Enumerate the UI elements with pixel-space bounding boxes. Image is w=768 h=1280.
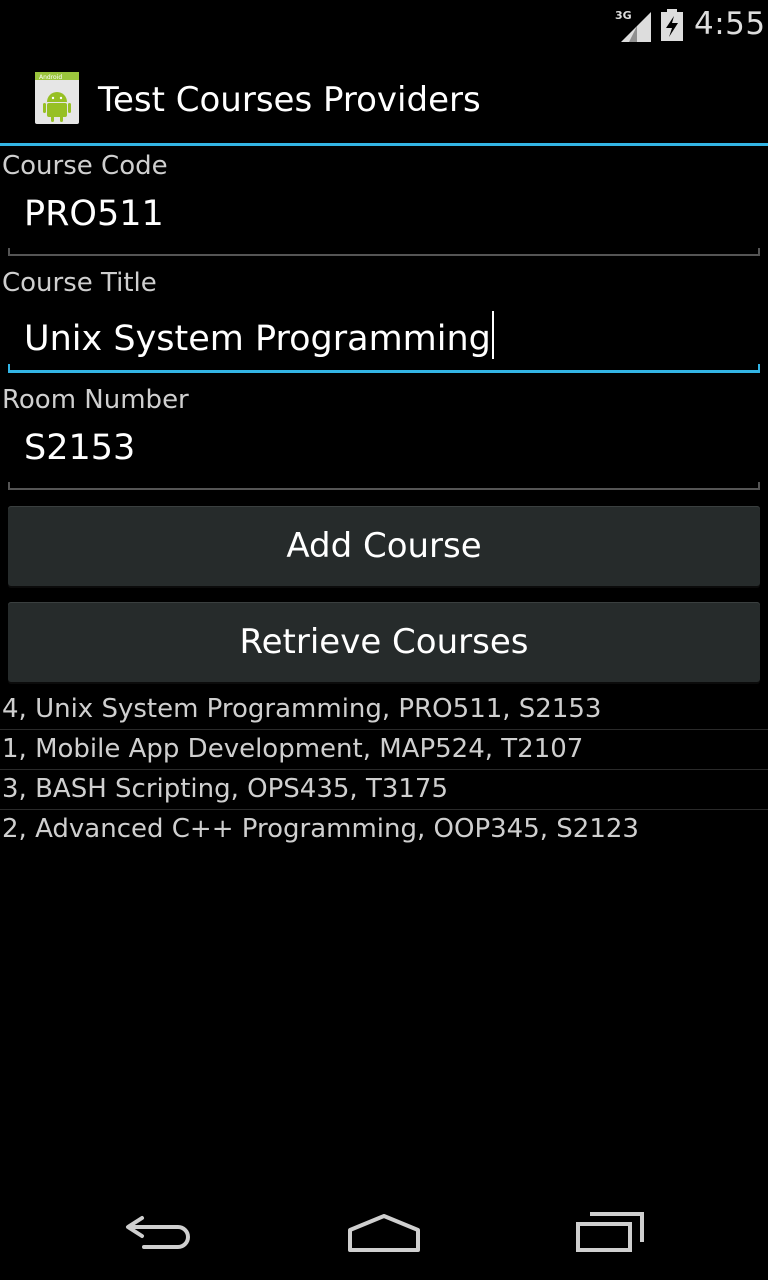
list-item[interactable]: 2, Advanced C++ Programming, OOP345, S21… (0, 810, 768, 850)
battery-charging-icon (661, 9, 683, 41)
add-course-button[interactable]: Add Course (8, 506, 760, 586)
course-title-field[interactable]: Unix System Programming (8, 303, 760, 373)
action-bar: Android Test Courses Providers (0, 50, 768, 146)
svg-text:3G: 3G (615, 9, 632, 22)
signal-3g-icon: 3G (615, 9, 651, 42)
app-title: Test Courses Providers (98, 80, 481, 120)
course-code-label: Course Code (2, 151, 168, 181)
course-title-text: Unix System Programming (24, 311, 494, 359)
text-cursor (491, 311, 494, 359)
course-list: 4, Unix System Programming, PRO511, S215… (0, 690, 768, 850)
course-code-underline (8, 248, 760, 256)
course-title-label: Course Title (2, 268, 157, 298)
room-number-field[interactable]: S2153 (8, 420, 760, 490)
status-clock: 4:55 (694, 6, 766, 42)
home-icon[interactable] (344, 1206, 424, 1256)
room-number-value: S2153 (24, 428, 136, 468)
room-number-label: Room Number (2, 385, 189, 415)
android-app-icon: Android (35, 72, 79, 124)
course-code-value: PRO511 (24, 194, 164, 234)
retrieve-courses-button[interactable]: Retrieve Courses (8, 602, 760, 682)
course-title-underline (8, 364, 760, 373)
navigation-bar (0, 1184, 768, 1280)
svg-text:Android: Android (39, 74, 62, 81)
list-item[interactable]: 3, BASH Scripting, OPS435, T3175 (0, 770, 768, 810)
course-code-field[interactable]: PRO511 (8, 186, 760, 256)
list-item[interactable]: 4, Unix System Programming, PRO511, S215… (0, 690, 768, 730)
list-item[interactable]: 1, Mobile App Development, MAP524, T2107 (0, 730, 768, 770)
status-bar: 3G 4:55 (0, 0, 768, 50)
room-number-underline (8, 482, 760, 490)
course-title-value: Unix System Programming (24, 319, 491, 359)
recents-icon[interactable] (572, 1206, 652, 1256)
back-icon[interactable] (120, 1206, 200, 1256)
